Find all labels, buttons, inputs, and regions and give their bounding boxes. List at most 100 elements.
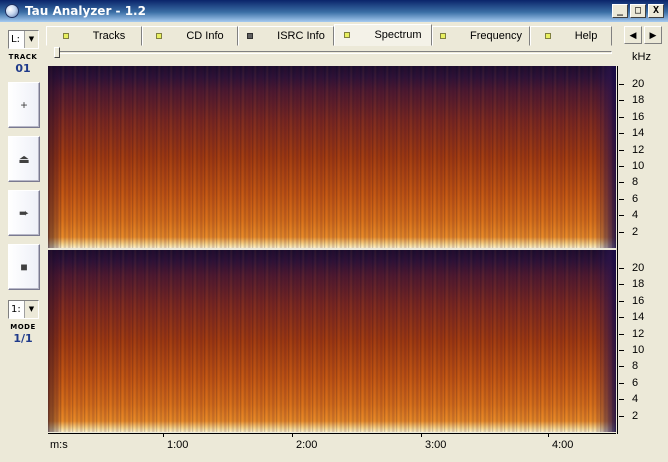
tab-label: ISRC Info — [277, 30, 325, 42]
frequency-tick-label: 12 — [632, 143, 645, 156]
eject-button[interactable]: ⏏ — [8, 136, 40, 182]
close-button[interactable]: X — [648, 4, 664, 18]
tab-isrc-info[interactable]: ISRC Info — [238, 26, 334, 46]
position-slider-thumb[interactable] — [54, 47, 60, 58]
frequency-tick — [619, 284, 624, 286]
frequency-tick — [619, 350, 624, 351]
mode-select-value: 1: — [11, 304, 21, 315]
mode-label: MODE — [10, 323, 36, 331]
frequency-tick-label: 10 — [632, 344, 645, 356]
frequency-tick — [619, 198, 624, 200]
frequency-tick — [619, 149, 624, 151]
frequency-unit-label: kHz — [632, 51, 651, 63]
chevron-down-icon[interactable]: ▼ — [24, 301, 38, 318]
track-label: TRACK — [8, 53, 38, 61]
frequency-tick — [619, 231, 624, 233]
position-slider-track[interactable] — [56, 51, 612, 54]
frequency-tick-label: 6 — [632, 192, 639, 205]
tab-help[interactable]: Help — [530, 26, 612, 46]
plus-icon: + — [20, 98, 28, 112]
frequency-tick-label: 18 — [632, 94, 645, 107]
frequency-tick-label: 10 — [632, 160, 645, 172]
frequency-tick — [619, 399, 624, 401]
stop-button[interactable]: ■ — [8, 244, 40, 290]
stop-icon: ■ — [20, 260, 28, 274]
led-indicator-icon — [156, 33, 163, 39]
tab-label: Frequency — [470, 30, 522, 42]
frequency-tick-label: 14 — [632, 311, 645, 324]
frequency-tick-label: 2 — [632, 225, 639, 238]
frequency-tick-label: 20 — [632, 262, 645, 274]
frequency-tick-label: 4 — [632, 209, 639, 222]
spectrogram-left-channel — [48, 66, 616, 248]
title-bar: Tau Analyzer - 1.2 _ □ X — [0, 0, 668, 22]
maximize-button[interactable]: □ — [630, 4, 646, 18]
minimize-button[interactable]: _ — [612, 4, 628, 18]
spectrogram-right-channel — [48, 250, 616, 432]
tab-cd-info[interactable]: CD Info — [142, 26, 238, 46]
tab-bar: Tracks CD Info ISRC Info Spectrum Freque… — [46, 24, 618, 46]
frequency-tick — [619, 84, 624, 85]
frequency-tick-label: 20 — [632, 78, 645, 90]
frequency-tick-label: 16 — [632, 110, 645, 123]
frequency-tick-label: 8 — [632, 360, 639, 373]
track-number: 01 — [15, 62, 31, 75]
chevron-down-icon[interactable]: ▼ — [24, 31, 38, 48]
frequency-tick — [619, 317, 624, 319]
frequency-tick — [619, 215, 624, 217]
led-indicator-icon — [247, 33, 254, 39]
time-tick-label: 3:00 — [425, 439, 447, 451]
tab-spectrum[interactable]: Spectrum — [334, 24, 432, 46]
frequency-tick — [619, 100, 624, 102]
tab-label: Spectrum — [374, 29, 422, 41]
time-tick — [548, 433, 549, 437]
frequency-tick — [619, 382, 624, 384]
frequency-tick — [619, 268, 624, 269]
time-tick-label: 2:00 — [296, 439, 318, 451]
frequency-tick — [619, 182, 624, 184]
time-tick-label: 1:00 — [167, 439, 189, 451]
mode-select[interactable]: 1: ▼ — [8, 300, 39, 319]
frequency-tick — [619, 116, 624, 118]
led-indicator-icon — [344, 32, 351, 38]
frequency-tick-label: 14 — [632, 127, 645, 140]
add-button[interactable]: + — [8, 82, 40, 128]
frequency-tick — [619, 166, 624, 167]
eject-icon: ⏏ — [18, 152, 30, 166]
frequency-tick — [619, 300, 624, 302]
time-axis — [48, 433, 616, 434]
window-controls: _ □ X — [612, 4, 664, 18]
time-tick-label: 4:00 — [552, 439, 574, 451]
frequency-tick-label: 4 — [632, 393, 639, 406]
frequency-tick — [619, 366, 624, 368]
window-title: Tau Analyzer - 1.2 — [25, 4, 146, 18]
frequency-tick-label: 2 — [632, 409, 639, 422]
channel-select[interactable]: L: ▼ — [8, 30, 39, 49]
frequency-tick-label: 8 — [632, 176, 639, 189]
play-button[interactable]: ➨ — [8, 190, 40, 236]
channel-select-value: L: — [11, 34, 20, 45]
frequency-tick-label: 6 — [632, 376, 639, 389]
tab-next-button[interactable]: ▶ — [644, 26, 662, 44]
frequency-tick — [619, 133, 624, 135]
time-tick — [421, 433, 422, 437]
time-tick — [163, 433, 164, 437]
time-unit-label: m:s — [50, 439, 68, 451]
mode-value: 1/1 — [13, 332, 33, 345]
frequency-tick-label: 16 — [632, 294, 645, 307]
frequency-tick — [619, 415, 624, 417]
led-indicator-icon — [440, 33, 446, 39]
tab-frequency[interactable]: Frequency — [432, 26, 530, 46]
app-icon[interactable] — [5, 4, 19, 18]
tab-label: Tracks — [92, 30, 126, 42]
left-toolbar: L: ▼ TRACK 01 + ⏏ ➨ ■ 1: ▼ MODE 1/1 — [3, 26, 43, 458]
scale-divider — [617, 66, 618, 434]
tab-tracks[interactable]: Tracks — [46, 26, 142, 46]
tab-label: Help — [574, 30, 598, 42]
play-arrow-icon: ➨ — [18, 206, 30, 220]
led-indicator-icon — [544, 33, 551, 39]
frequency-tick-label: 18 — [632, 278, 645, 291]
frequency-tick — [619, 333, 624, 335]
led-indicator-icon — [62, 33, 69, 39]
tab-prev-button[interactable]: ◀ — [624, 26, 642, 44]
